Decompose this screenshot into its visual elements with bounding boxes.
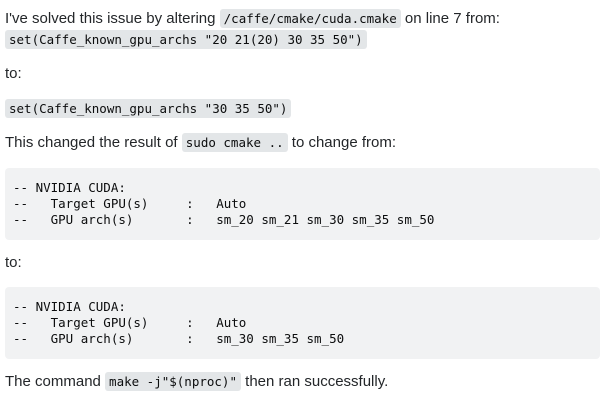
final-suffix: then ran successfully. (240, 373, 389, 390)
code-line: -- Target GPU(s) : Auto (13, 196, 247, 211)
original-gpu-archs-line: set(Caffe_known_gpu_archs "20 21(20) 30 … (5, 30, 367, 49)
original-line-paragraph: set(Caffe_known_gpu_archs "20 21(20) 30 … (5, 30, 367, 50)
final-paragraph: The command make -j"$(nproc)" then ran s… (5, 372, 388, 392)
make-command: make -j"$(nproc)" (105, 372, 241, 391)
to-label: to: (5, 65, 22, 82)
changed-paragraph: This changed the result of sudo cmake ..… (5, 133, 396, 153)
new-line-paragraph: set(Caffe_known_gpu_archs "30 35 50") (5, 99, 292, 119)
intro-paragraph: I've solved this issue by altering /caff… (5, 9, 500, 29)
new-gpu-archs-line: set(Caffe_known_gpu_archs "30 35 50") (5, 99, 292, 118)
changed-text: This changed the result of (5, 134, 182, 151)
code-line: -- Target GPU(s) : Auto (13, 315, 247, 330)
code-line: -- GPU arch(s) : sm_30 sm_35 sm_50 (13, 331, 345, 346)
to-label-second: to: (5, 254, 22, 271)
intro-text: I've solved this issue by altering (5, 10, 220, 27)
code-line: -- NVIDIA CUDA: (13, 299, 126, 314)
after-output-block: -- NVIDIA CUDA: -- Target GPU(s) : Auto … (5, 287, 600, 359)
cmake-file-path: /caffe/cmake/cuda.cmake (219, 9, 401, 28)
sudo-cmake-command: sudo cmake .. (181, 133, 288, 152)
code-line: -- NVIDIA CUDA: (13, 180, 126, 195)
changed-suffix: to change from: (287, 134, 397, 151)
intro-suffix: on line 7 from: (400, 10, 500, 27)
final-text: The command (5, 373, 106, 390)
code-line: -- GPU arch(s) : sm_20 sm_21 sm_30 sm_35… (13, 212, 435, 227)
before-output-block: -- NVIDIA CUDA: -- Target GPU(s) : Auto … (5, 168, 600, 240)
